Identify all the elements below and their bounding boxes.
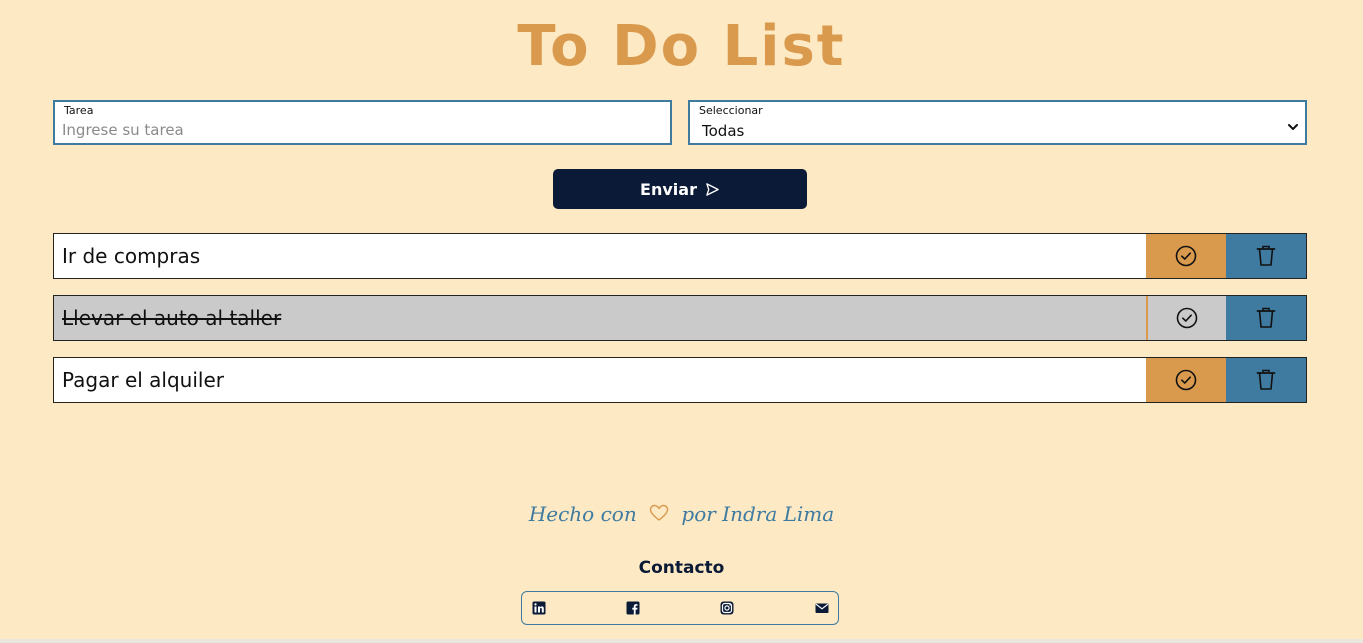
task-text: Llevar el auto al taller: [62, 306, 282, 330]
complete-button[interactable]: [1146, 358, 1226, 402]
trash-icon: [1256, 369, 1276, 390]
linkedin-icon[interactable]: [532, 601, 546, 615]
task-input[interactable]: [62, 120, 652, 140]
footer-credit-prefix: Hecho con: [528, 502, 637, 526]
check-circle-icon: [1175, 245, 1197, 267]
delete-button[interactable]: [1226, 358, 1306, 402]
delete-button[interactable]: [1226, 296, 1306, 340]
task-text: Pagar el alquiler: [62, 368, 224, 392]
footer-credit-suffix: por Indra Lima: [681, 502, 835, 526]
chevron-down-icon: [1288, 124, 1298, 130]
instagram-icon[interactable]: [720, 601, 734, 615]
send-button[interactable]: Enviar: [553, 169, 807, 209]
complete-button[interactable]: [1146, 296, 1226, 340]
facebook-icon[interactable]: [626, 601, 640, 615]
check-circle-icon: [1175, 369, 1197, 391]
filter-selected-value: Todas: [702, 122, 745, 140]
delete-button[interactable]: [1226, 234, 1306, 278]
heart-icon: [649, 504, 669, 521]
send-button-label: Enviar: [640, 179, 697, 199]
task-field-label: Tarea: [64, 104, 94, 117]
task-text: Ir de compras: [62, 244, 201, 268]
complete-button[interactable]: [1146, 234, 1226, 278]
bottom-divider: [0, 639, 1363, 643]
task-item: Ir de compras: [53, 233, 1307, 279]
page-title: To Do List: [517, 14, 846, 79]
social-links: [521, 591, 839, 625]
task-item: Llevar el auto al taller: [53, 295, 1307, 341]
filter-select-label: Seleccionar: [699, 104, 763, 117]
check-circle-icon: [1176, 307, 1198, 329]
footer-credit: Hecho con por Indra Lima: [0, 502, 1363, 526]
contact-heading: Contacto: [638, 558, 725, 578]
mail-icon[interactable]: [815, 601, 829, 615]
send-icon: [706, 182, 719, 196]
filter-select[interactable]: Seleccionar Todas: [688, 100, 1307, 145]
task-item: Pagar el alquiler: [53, 357, 1307, 403]
trash-icon: [1256, 245, 1276, 266]
trash-icon: [1256, 307, 1276, 328]
task-field[interactable]: Tarea: [53, 100, 672, 145]
